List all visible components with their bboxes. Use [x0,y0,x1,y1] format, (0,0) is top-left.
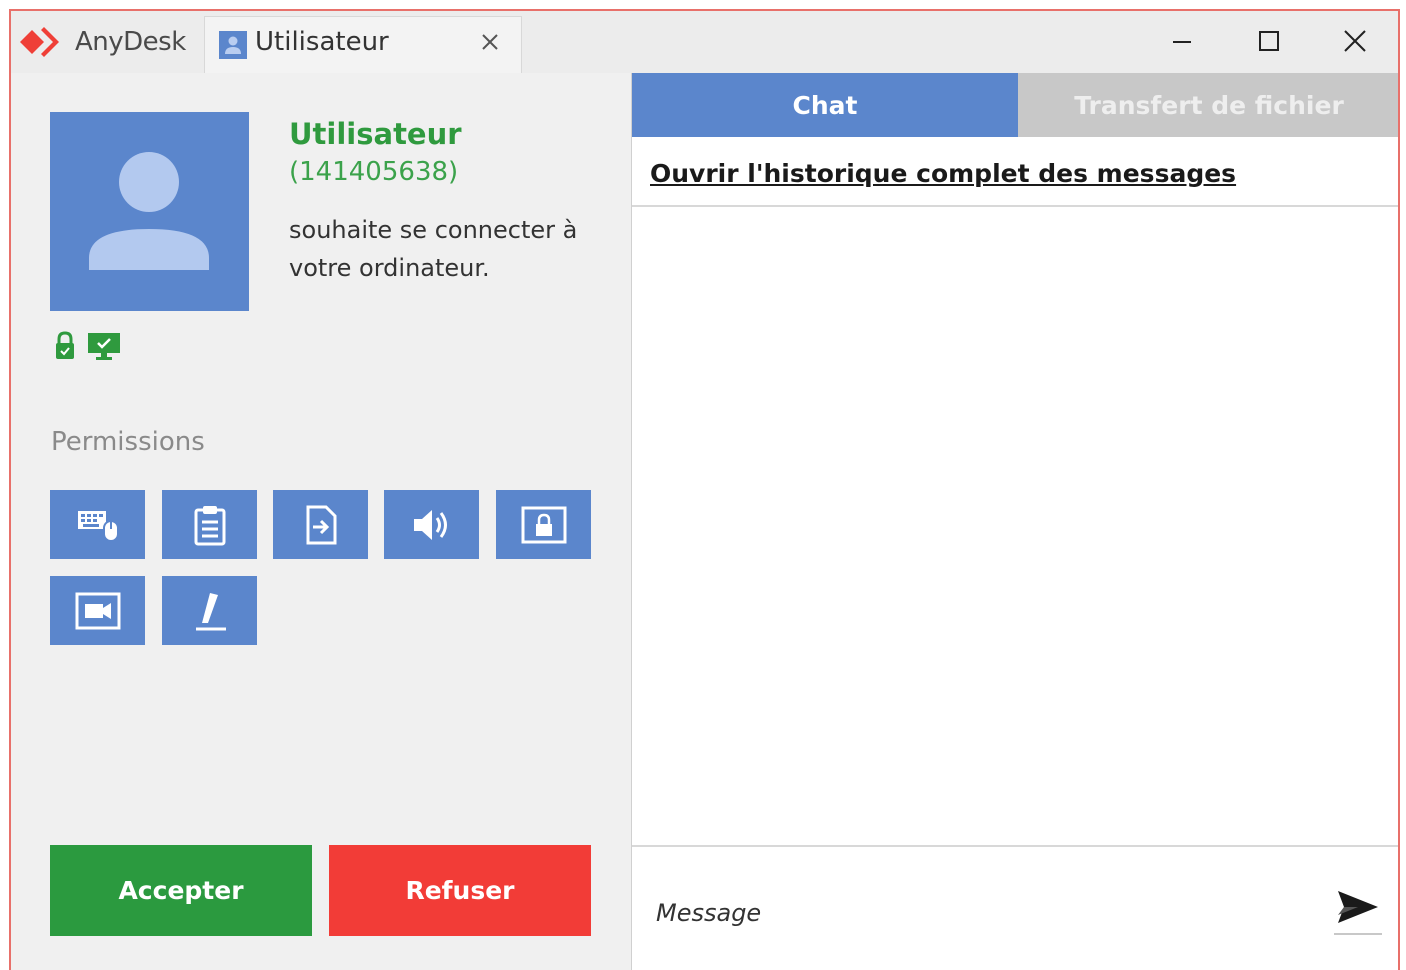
refuse-button[interactable]: Refuser [329,845,591,936]
chat-panel: Chat Transfert de fichier Ouvrir l'histo… [632,73,1398,970]
user-name: Utilisateur [289,117,462,151]
minimize-icon[interactable] [1157,19,1207,63]
maximize-icon[interactable] [1244,19,1294,63]
lock-icon [56,331,74,359]
lock-screen-icon [521,506,566,543]
permission-file-transfer-button[interactable] [273,490,368,559]
whiteboard-pen-icon [195,592,226,630]
clipboard-icon [194,505,225,545]
user-avatar-icon [89,152,209,270]
app-name: AnyDesk [75,27,186,57]
record-session-icon [75,592,120,629]
tab-chat[interactable]: Chat [632,73,1018,137]
permission-clipboard-button[interactable] [162,490,257,559]
history-link[interactable]: Ouvrir l'historique complet des messages [650,159,1236,188]
permissions-title: Permissions [51,427,205,457]
message-input-area [632,845,1398,970]
keyboard-mouse-icon [77,510,119,542]
user-icon [219,31,247,59]
window-close-icon[interactable] [1330,19,1380,63]
file-transfer-icon [306,505,336,544]
request-message: souhaite se connecter à votre ordinateur… [289,216,578,282]
tab-utilisateur[interactable]: Utilisateur [204,16,522,73]
sound-icon [413,509,447,540]
anydesk-window: AnyDesk Utilisateur Utilisateur (1414056… [9,9,1400,970]
anydesk-logo [20,27,59,57]
history-bar: Ouvrir l'historique complet des messages [632,137,1398,207]
avatar [50,112,249,311]
message-input[interactable] [654,887,1318,939]
chat-messages-area [632,207,1398,845]
tab-label: Utilisateur [255,27,389,57]
user-id: (141405638) [289,157,459,187]
permission-keyboard-mouse-button[interactable] [50,490,145,559]
permission-whiteboard-button[interactable] [162,576,257,645]
close-icon[interactable] [475,27,505,57]
accept-button[interactable]: Accepter [50,845,312,936]
status-icons [53,331,121,361]
permission-record-session-button[interactable] [50,576,145,645]
permission-sound-button[interactable] [384,490,479,559]
monitor-check-icon [88,333,120,360]
request-panel: Utilisateur (141405638) souhaite se conn… [11,73,632,970]
permission-lock-screen-button[interactable] [496,490,591,559]
send-icon[interactable] [1334,885,1382,935]
app-tab[interactable]: AnyDesk [11,11,186,73]
title-bar: AnyDesk Utilisateur [11,11,1398,73]
tab-file-transfer[interactable]: Transfert de fichier [1018,73,1398,137]
